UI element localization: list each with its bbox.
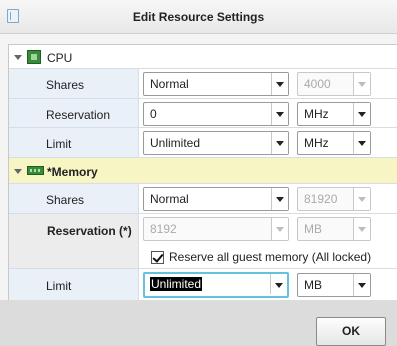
cpu-shares-value-field: 4000 (297, 72, 371, 96)
dialog-title: Edit Resource Settings (132, 10, 265, 24)
memory-section-label: *Memory (47, 165, 98, 179)
cpu-reservation-unit-select[interactable]: MHz (297, 102, 371, 126)
dropdown-arrow-icon (353, 73, 370, 95)
memory-limit-label: Limit (46, 279, 72, 293)
dropdown-arrow-icon[interactable] (271, 73, 288, 95)
cpu-reservation-input[interactable]: 0 (143, 102, 289, 126)
dropdown-arrow-icon (353, 188, 370, 210)
dropdown-arrow-icon[interactable] (271, 103, 288, 125)
checkmark-icon[interactable] (151, 251, 164, 264)
memory-limit-input[interactable]: Unlimited (143, 272, 289, 298)
settings-panel: CPU Shares Normal 4000 Reservation 0 MHz… (8, 44, 397, 301)
cpu-section-label: CPU (47, 51, 73, 65)
cpu-limit-label: Limit (46, 137, 72, 151)
dropdown-arrow-icon (271, 218, 288, 240)
memory-shares-select[interactable]: Normal (143, 187, 289, 211)
dropdown-arrow-icon (353, 218, 370, 240)
cpu-limit-row: Limit Unlimited MHz (9, 128, 397, 158)
cpu-section-header[interactable]: CPU (9, 45, 397, 69)
reserve-all-memory-option[interactable]: Reserve all guest memory (All locked) (9, 244, 397, 269)
memory-reservation-row: Reservation (*) 8192 MB Reserve all gues… (9, 214, 397, 269)
memory-icon (27, 166, 44, 175)
memory-shares-row: Shares Normal 81920 (9, 184, 397, 214)
memory-shares-label: Shares (46, 193, 85, 207)
edit-resource-settings-dialog: Edit Resource Settings CPU Shares Normal… (0, 0, 397, 346)
expand-arrow-icon[interactable] (14, 55, 22, 60)
cpu-limit-unit-select[interactable]: MHz (297, 131, 371, 155)
title-bar: Edit Resource Settings (0, 0, 397, 34)
dropdown-arrow-icon[interactable] (353, 132, 370, 154)
memory-reservation-unit-select: MB (297, 217, 371, 241)
cpu-shares-row: Shares Normal 4000 (9, 69, 397, 99)
dropdown-arrow-icon[interactable] (271, 188, 288, 210)
memory-shares-value-field: 81920 (297, 187, 371, 211)
reserve-all-memory-label[interactable]: Reserve all guest memory (All locked) (169, 250, 371, 264)
dropdown-arrow-icon[interactable] (353, 103, 370, 125)
cpu-icon (27, 50, 41, 64)
cpu-limit-input[interactable]: Unlimited (143, 131, 289, 155)
memory-section-header[interactable]: *Memory (9, 158, 397, 184)
dropdown-arrow-icon[interactable] (353, 274, 370, 296)
memory-reservation-input: 8192 (143, 217, 289, 241)
cpu-reservation-label: Reservation (46, 108, 111, 122)
memory-limit-value: Unlimited (150, 277, 203, 291)
ok-button[interactable]: OK (316, 317, 386, 346)
dropdown-arrow-icon[interactable] (271, 132, 288, 154)
memory-limit-unit-select[interactable]: MB (297, 273, 371, 297)
memory-reservation-label: Reservation (*) (47, 224, 132, 238)
cpu-shares-select[interactable]: Normal (143, 72, 289, 96)
dropdown-arrow-icon[interactable] (270, 274, 287, 294)
expand-arrow-icon[interactable] (14, 169, 22, 174)
memory-limit-row: Limit Unlimited MB (9, 269, 397, 301)
cpu-reservation-row: Reservation 0 MHz (9, 99, 397, 128)
cpu-shares-label: Shares (46, 78, 85, 92)
dialog-footer: OK (0, 300, 397, 346)
